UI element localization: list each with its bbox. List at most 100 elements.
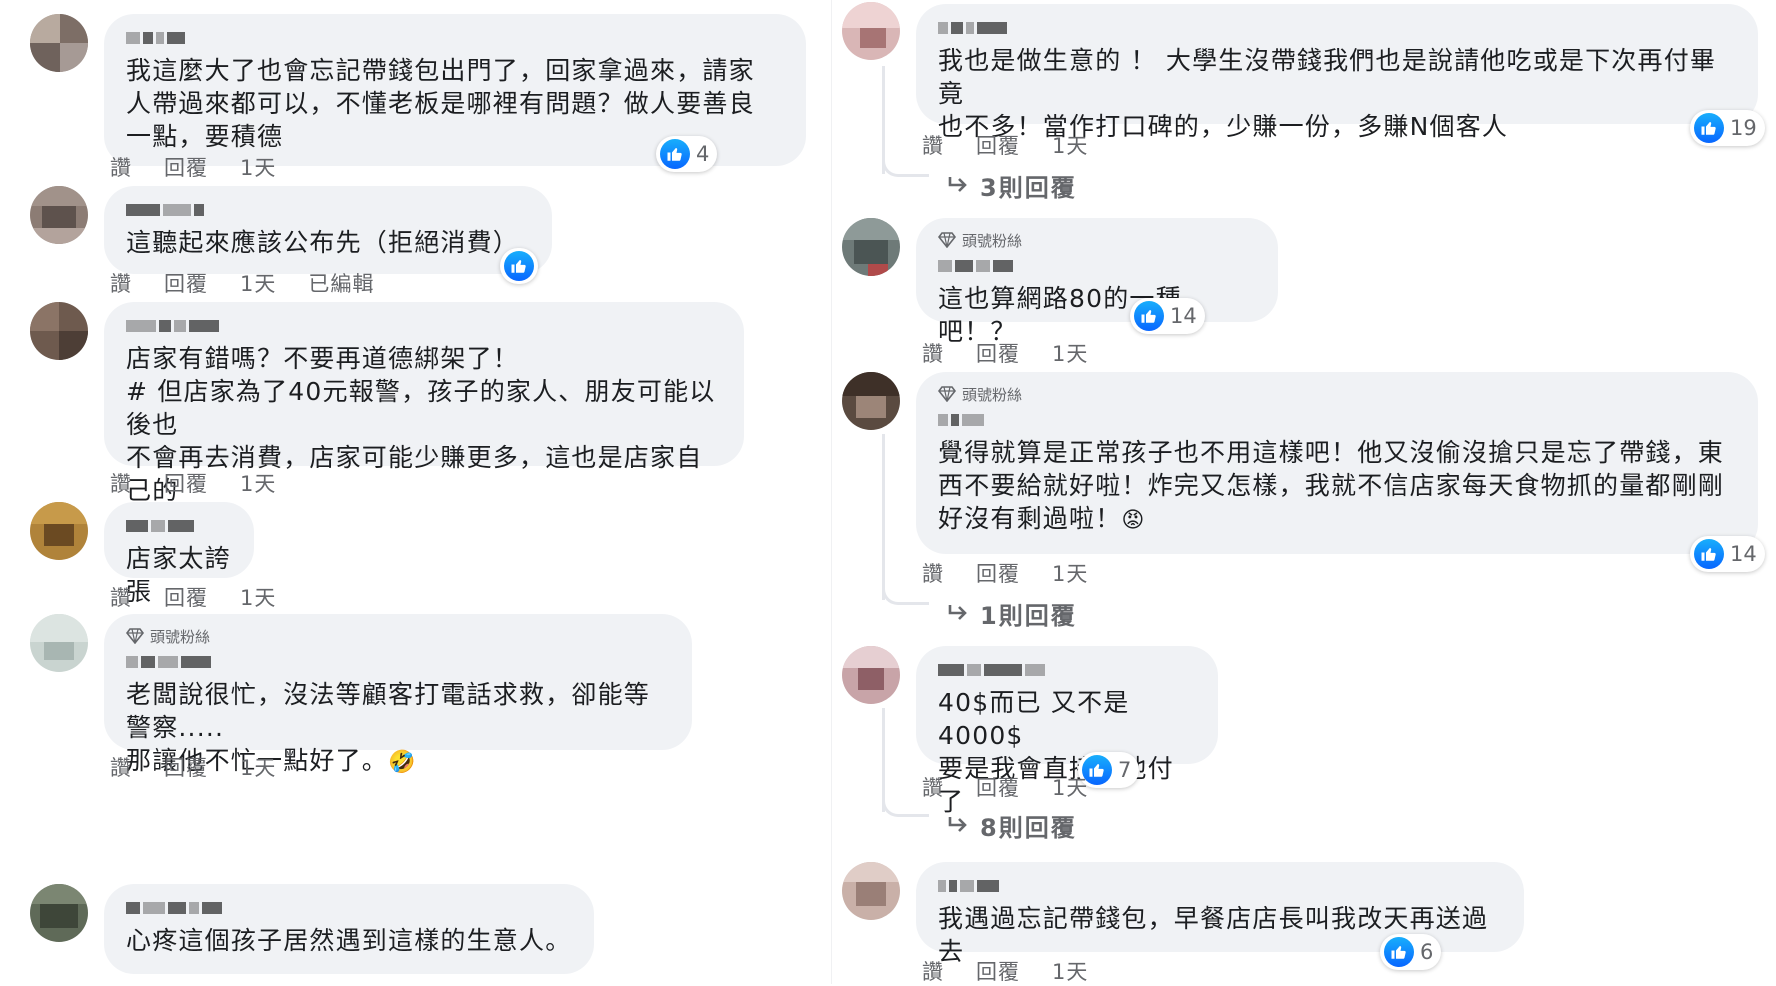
avatar[interactable] bbox=[842, 372, 900, 430]
reply-button[interactable]: 回覆 bbox=[976, 338, 1020, 368]
comment-actions: 讚 回覆 1天 bbox=[922, 956, 1088, 986]
comment-item: 這聽起來應該公布先（拒絕消費） 讚 回覆 1天 已編輯 bbox=[30, 186, 820, 306]
reply-arrow-icon bbox=[948, 816, 967, 832]
comment-time[interactable]: 1天 bbox=[1052, 956, 1088, 986]
top-fan-label: 頭號粉絲 bbox=[962, 385, 1023, 404]
like-icon bbox=[1694, 539, 1724, 569]
diamond-icon bbox=[126, 628, 144, 644]
reaction-count[interactable]: 14 bbox=[1690, 536, 1765, 572]
like-icon bbox=[1134, 301, 1164, 331]
reply-arrow-icon bbox=[948, 604, 967, 620]
diamond-icon bbox=[938, 232, 956, 248]
reply-button[interactable]: 回覆 bbox=[976, 558, 1020, 588]
comment-time[interactable]: 1天 bbox=[1052, 338, 1088, 368]
reaction-count[interactable]: 4 bbox=[656, 136, 718, 172]
comment-item: 我也是做生意的 ！ 大學生沒帶錢我們也是說請他吃或是下次再付畢竟 也不多！當作打… bbox=[842, 2, 1772, 202]
comment-author[interactable] bbox=[126, 650, 670, 674]
like-count: 4 bbox=[696, 142, 710, 166]
like-button[interactable]: 讚 bbox=[110, 468, 132, 498]
comment-bubble: 店家有錯嗎？不要再道德綁架了！ # 但店家為了40元報警，孩子的家人、朋友可能以… bbox=[104, 302, 744, 538]
comment-author[interactable] bbox=[938, 874, 1502, 898]
comment-bubble: 我也是做生意的 ！ 大學生沒帶錢我們也是說請他吃或是下次再付畢竟 也不多！當作打… bbox=[916, 4, 1758, 141]
avatar[interactable] bbox=[842, 646, 900, 704]
comment-actions: 讚 回覆 1天 bbox=[110, 468, 276, 498]
comment-time[interactable]: 1天 bbox=[1052, 772, 1088, 802]
comment-bubble: 40$而已 又不是4000$ 要是我會直接幫他付了 bbox=[916, 646, 1218, 816]
reply-button[interactable]: 回覆 bbox=[976, 956, 1020, 986]
view-replies-button[interactable]: 8則回覆 bbox=[946, 808, 1077, 843]
comment-author[interactable] bbox=[938, 658, 1196, 682]
like-button[interactable]: 讚 bbox=[922, 338, 944, 368]
like-count: 14 bbox=[1170, 304, 1197, 328]
comment-text: 我也是做生意的 ！ 大學生沒帶錢我們也是說請他吃或是下次再付畢竟 也不多！當作打… bbox=[938, 46, 1717, 141]
like-icon bbox=[660, 139, 690, 169]
avatar[interactable] bbox=[30, 302, 88, 360]
reaction-count[interactable]: 19 bbox=[1690, 110, 1765, 146]
like-button[interactable]: 讚 bbox=[110, 268, 132, 298]
comment-author[interactable] bbox=[126, 198, 530, 222]
view-replies-button[interactable]: 1則回覆 bbox=[946, 596, 1077, 631]
reply-button[interactable]: 回覆 bbox=[164, 582, 208, 612]
reply-button[interactable]: 回覆 bbox=[164, 152, 208, 182]
reply-button[interactable]: 回覆 bbox=[976, 130, 1020, 160]
avatar[interactable] bbox=[842, 2, 900, 60]
reply-button[interactable]: 回覆 bbox=[164, 468, 208, 498]
comment-author[interactable] bbox=[126, 314, 722, 338]
comment-author[interactable] bbox=[938, 16, 1736, 40]
thread-line bbox=[882, 434, 885, 600]
comment-author[interactable] bbox=[938, 408, 1736, 432]
avatar[interactable] bbox=[842, 862, 900, 920]
like-button[interactable]: 讚 bbox=[110, 582, 132, 612]
comment-text: 這聽起來應該公布先（拒絕消費） bbox=[126, 228, 520, 257]
replies-count: 1則回覆 bbox=[980, 602, 1077, 630]
comment-item: 店家有錯嗎？不要再道德綁架了！ # 但店家為了40元報警，孩子的家人、朋友可能以… bbox=[30, 302, 820, 538]
avatar[interactable] bbox=[30, 502, 88, 560]
comment-author[interactable] bbox=[938, 254, 1256, 278]
comment-time[interactable]: 1天 bbox=[240, 152, 276, 182]
like-button[interactable]: 讚 bbox=[922, 558, 944, 588]
avatar[interactable] bbox=[30, 186, 88, 244]
avatar[interactable] bbox=[842, 218, 900, 276]
top-fan-badge: 頭號粉絲 bbox=[126, 626, 670, 646]
reaction-count[interactable]: 14 bbox=[1130, 298, 1205, 334]
comment-time[interactable]: 1天 bbox=[240, 582, 276, 612]
comment-author[interactable] bbox=[126, 26, 784, 50]
comment-time[interactable]: 1天 bbox=[1052, 130, 1088, 160]
top-fan-label: 頭號粉絲 bbox=[150, 627, 211, 646]
reply-arrow-icon bbox=[948, 176, 967, 192]
view-replies-button[interactable]: 3則回覆 bbox=[946, 168, 1077, 203]
comment-item: 我遇過忘記帶錢包，早餐店店長叫我改天再送過去 6 讚 回覆 1天 bbox=[842, 862, 1772, 984]
avatar[interactable] bbox=[30, 14, 88, 72]
like-count: 19 bbox=[1730, 116, 1757, 140]
comment-actions: 讚 回覆 1天 bbox=[922, 772, 1088, 802]
comment-actions: 讚 回覆 1天 已編輯 bbox=[110, 268, 374, 298]
like-button[interactable]: 讚 bbox=[110, 152, 132, 182]
comment-time[interactable]: 1天 bbox=[1052, 558, 1088, 588]
like-button[interactable]: 讚 bbox=[922, 956, 944, 986]
like-button[interactable]: 讚 bbox=[110, 752, 132, 782]
comment-actions: 讚 回覆 1天 bbox=[110, 582, 276, 612]
comment-text: 心疼這個孩子居然遇到這樣的生意人。 bbox=[126, 926, 572, 955]
comment-item: 我這麼大了也會忘記帶錢包出門了，回家拿過來，請家 人帶過來都可以，不懂老板是哪裡… bbox=[30, 14, 820, 204]
avatar[interactable] bbox=[30, 614, 88, 672]
comment-time[interactable]: 1天 bbox=[240, 468, 276, 498]
comment-item: 頭號粉絲 老闆說很忙，沒法等顧客打電話求救，卻能等警察..... 那讓他不忙一點… bbox=[30, 614, 820, 784]
like-button[interactable]: 讚 bbox=[922, 772, 944, 802]
like-button[interactable]: 讚 bbox=[922, 130, 944, 160]
comment-time[interactable]: 1天 bbox=[240, 268, 276, 298]
reaction-count[interactable]: 6 bbox=[1380, 934, 1442, 970]
reply-button[interactable]: 回覆 bbox=[976, 772, 1020, 802]
comment-actions: 讚 回覆 1天 bbox=[922, 558, 1088, 588]
comment-time[interactable]: 1天 bbox=[240, 752, 276, 782]
like-icon bbox=[1384, 937, 1414, 967]
comment-item: 頭號粉絲 這也算網路80的一種吧！？ 14 讚 回覆 1天 bbox=[842, 218, 1772, 368]
comment-item: 店家太誇張 讚 回覆 1天 bbox=[30, 502, 820, 612]
reply-button[interactable]: 回覆 bbox=[164, 752, 208, 782]
replies-count: 8則回覆 bbox=[980, 814, 1077, 842]
reaction-count[interactable] bbox=[500, 248, 538, 284]
comment-actions: 讚 回覆 1天 bbox=[922, 338, 1088, 368]
reply-button[interactable]: 回覆 bbox=[164, 268, 208, 298]
comment-author[interactable] bbox=[126, 514, 232, 538]
avatar[interactable] bbox=[30, 884, 88, 942]
comment-author[interactable] bbox=[126, 896, 572, 920]
